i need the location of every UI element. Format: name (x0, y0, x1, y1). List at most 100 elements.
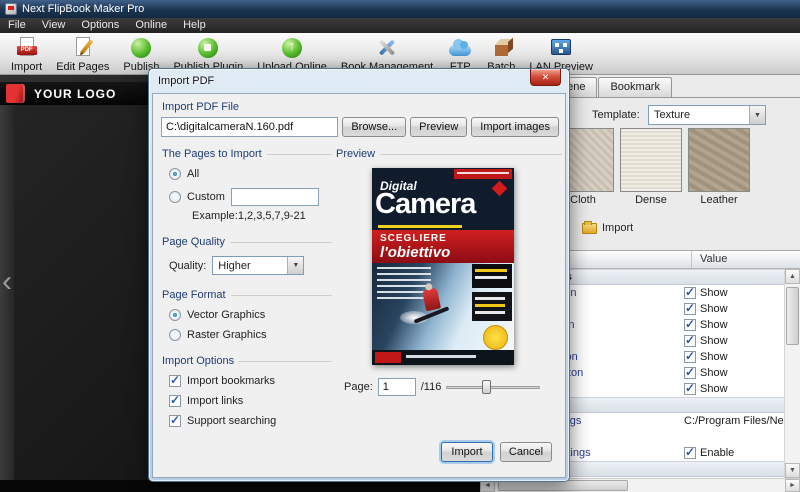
pages-group-title: The Pages to Import (162, 148, 332, 160)
page-slider[interactable] (446, 379, 541, 395)
cover-snow-photo (372, 263, 514, 350)
template-thumbnail-dense[interactable]: Dense (620, 128, 682, 206)
checkbox-checked[interactable]: ✓ (684, 447, 696, 459)
cloud-icon (447, 36, 473, 60)
page-total: /116 (420, 381, 442, 393)
quality-group-title: Page Quality (162, 236, 332, 248)
quality-label: Quality: (169, 259, 207, 272)
template-label: Template: (592, 109, 640, 121)
vertical-scrollbar[interactable]: ▲ ▼ (784, 269, 800, 478)
chevron-down-icon[interactable]: ▼ (749, 106, 765, 124)
checkbox-checked[interactable]: ✓ (169, 413, 181, 427)
template-import-button[interactable]: Import (582, 220, 633, 234)
edit-page-icon (70, 36, 96, 60)
pages-example-text: Example:1,2,3,5,7,9-21 (192, 210, 306, 222)
checkbox-checked[interactable]: ✓ (169, 373, 181, 387)
cover-brand: Camera (375, 188, 476, 220)
template-value: Texture (654, 109, 691, 121)
tab-bookmark[interactable]: Bookmark (598, 77, 672, 98)
menu-options[interactable]: Options (73, 18, 127, 33)
slider-track[interactable] (446, 386, 541, 389)
checkbox-import-links[interactable]: ✓ Import links (169, 393, 332, 407)
scroll-right-icon[interactable]: ► (785, 479, 800, 492)
menu-file[interactable]: File (0, 18, 34, 33)
radio-selected[interactable] (169, 309, 181, 321)
checkbox-checked[interactable]: ✓ (684, 319, 696, 331)
checkbox-checked[interactable]: ✓ (684, 303, 696, 315)
tools-icon (374, 36, 400, 60)
page-navigation-row: Page: /116 (344, 378, 562, 396)
window-title: Next FlipBook Maker Pro (22, 3, 145, 15)
chevron-down-icon[interactable]: ▼ (287, 257, 304, 274)
folder-icon (582, 220, 597, 234)
import-pdf-dialog: Import PDF ✕ Import PDF File Browse... P… (148, 68, 570, 482)
slider-thumb[interactable] (482, 380, 492, 394)
toolbar-import-button[interactable]: PDF Import (4, 35, 49, 74)
format-group-title: Page Format (162, 289, 332, 301)
preview-button[interactable]: Preview (410, 117, 468, 137)
publish-globe-icon (128, 36, 154, 60)
template-dropdown[interactable]: Texture ▼ (648, 105, 766, 125)
file-row: Browse... Preview Import images (161, 117, 559, 137)
cover-red-banner: SCEGLIERE l'obiettivo (372, 230, 514, 263)
quality-row: Quality: Higher ▼ (169, 256, 332, 275)
titlebar: Next FlipBook Maker Pro (0, 0, 800, 18)
value-column-header[interactable]: Value (692, 251, 800, 268)
quality-dropdown[interactable]: Higher ▼ (212, 256, 305, 275)
dialog-buttons: Import Cancel (441, 442, 552, 462)
import-images-button[interactable]: Import images (471, 117, 559, 137)
cube-icon (488, 36, 514, 60)
radio-custom-pages[interactable]: Custom (169, 188, 332, 206)
menubar: File View Options Online Help (0, 18, 800, 33)
options-group-title: Import Options (162, 355, 332, 367)
menu-help[interactable]: Help (175, 18, 214, 33)
radio-unselected[interactable] (169, 329, 181, 341)
template-thumbnail-leather[interactable]: Leather (688, 128, 750, 206)
dialog-content: Import PDF File Browse... Preview Import… (152, 93, 566, 478)
dialog-title: Import PDF (158, 75, 215, 87)
previous-page-arrow[interactable]: ‹ (2, 267, 12, 297)
toolbar-edit-pages-button[interactable]: Edit Pages (49, 35, 116, 74)
scroll-up-icon[interactable]: ▲ (785, 269, 800, 284)
cover-snowboarder (421, 287, 442, 312)
import-button[interactable]: Import (441, 442, 493, 462)
checkbox-checked[interactable]: ✓ (684, 287, 696, 299)
radio-all-pages[interactable]: All (169, 168, 332, 180)
radio-unselected[interactable] (169, 191, 181, 203)
radio-raster-graphics[interactable]: Raster Graphics (169, 329, 332, 341)
close-icon[interactable]: ✕ (530, 69, 561, 86)
red-book-icon (6, 84, 25, 103)
thumbnail-image[interactable] (688, 128, 750, 192)
radio-selected[interactable] (169, 168, 181, 180)
upload-icon: ↑ (279, 36, 305, 60)
cover-callout-box (472, 292, 512, 321)
cancel-button[interactable]: Cancel (500, 442, 552, 462)
import-settings-column: The Pages to Import All Custom Example:1… (162, 148, 332, 427)
cover-diamond-badge (491, 180, 508, 197)
page-number-input[interactable] (377, 378, 416, 396)
checkbox-support-searching[interactable]: ✓ Support searching (169, 413, 332, 427)
menu-view[interactable]: View (34, 18, 74, 33)
scrollbar-thumb[interactable] (786, 287, 799, 345)
app-icon (5, 3, 17, 15)
preview-column: Preview Digital Camera SCEGLIERE l'obiet… (336, 148, 562, 396)
thumbnail-image[interactable] (620, 128, 682, 192)
checkbox-import-bookmarks[interactable]: ✓ Import bookmarks (169, 373, 332, 387)
cover-callout-box (472, 264, 512, 288)
pdf-import-icon: PDF (14, 36, 40, 60)
cover-bottom-strip (372, 350, 514, 365)
scroll-down-icon[interactable]: ▼ (785, 463, 800, 478)
custom-pages-input[interactable] (230, 188, 319, 206)
pdf-file-input[interactable] (161, 117, 339, 137)
checkbox-checked[interactable]: ✓ (684, 335, 696, 347)
checkbox-checked[interactable]: ✓ (684, 351, 696, 363)
radio-vector-graphics[interactable]: Vector Graphics (169, 309, 332, 321)
checkbox-checked[interactable]: ✓ (169, 393, 181, 407)
magazine-cover-preview: Digital Camera SCEGLIERE l'obiettivo (372, 168, 514, 365)
menu-online[interactable]: Online (127, 18, 175, 33)
checkbox-checked[interactable]: ✓ (684, 367, 696, 379)
dialog-titlebar[interactable]: Import PDF (149, 69, 569, 93)
browse-button[interactable]: Browse... (342, 117, 407, 137)
pdf-file-label: Import PDF File (162, 101, 240, 113)
checkbox-checked[interactable]: ✓ (684, 383, 696, 395)
